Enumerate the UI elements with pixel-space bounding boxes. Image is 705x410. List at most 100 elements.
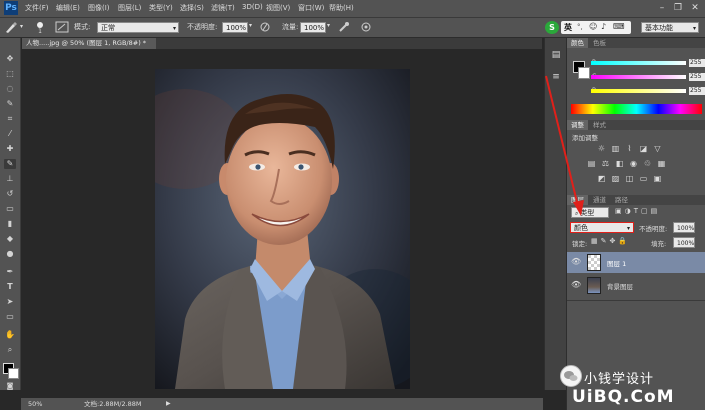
zoom-level[interactable]: 50% (28, 398, 42, 410)
channel-mixer-icon[interactable]: ♲ (643, 160, 652, 168)
color-lookup-icon[interactable]: ▦ (657, 160, 666, 168)
green-slider[interactable] (591, 75, 686, 79)
history-panel-icon[interactable]: ▤ (550, 50, 562, 61)
layer-filter-icons[interactable]: ▣◑T▢▤ (615, 207, 703, 218)
flow-input[interactable]: 100% (300, 22, 326, 33)
airbrush-icon[interactable] (338, 21, 350, 33)
shape-tool-icon[interactable]: ▭ (4, 312, 16, 322)
pressure-size-icon[interactable] (360, 21, 372, 33)
invert-icon[interactable]: ◩ (597, 175, 606, 183)
pen-tool-icon[interactable]: ✒ (4, 267, 16, 277)
brush-size[interactable]: 1 (30, 21, 50, 35)
photo-filter-icon[interactable]: ◉ (629, 160, 638, 168)
opacity-dropdown-icon[interactable]: ▾ (249, 22, 252, 29)
workspace-select[interactable]: 基本功能 ▾ (641, 22, 699, 33)
blue-slider[interactable] (591, 89, 686, 93)
watermark-site: UiBQ.CoM (572, 387, 675, 407)
color-spectrum-bar[interactable] (571, 104, 702, 114)
layer-opacity-input[interactable]: 100% (673, 222, 695, 233)
green-value[interactable]: 255 (689, 73, 705, 81)
quick-select-tool-icon[interactable]: ✎ (4, 99, 16, 109)
pressure-opacity-icon[interactable] (259, 21, 271, 33)
levels-icon[interactable]: ▥ (611, 145, 620, 153)
red-value[interactable]: 255 (689, 59, 705, 67)
marquee-tool-icon[interactable]: ⬚ (4, 69, 16, 79)
menu-layer[interactable]: 图层(L) (118, 3, 141, 13)
dodge-tool-icon[interactable]: ● (4, 249, 16, 259)
minimize-button[interactable]: – (655, 2, 669, 14)
visibility-eye-icon[interactable]: 👁 (571, 257, 581, 267)
emoji-icon[interactable]: ☺ (589, 22, 597, 31)
flow-dropdown-icon[interactable]: ▾ (327, 22, 330, 29)
tab-paths[interactable]: 路径 (611, 195, 632, 205)
punctuation-icon[interactable]: °, (577, 23, 583, 31)
menu-edit[interactable]: 编辑(E) (56, 3, 80, 13)
type-tool-icon[interactable]: T (4, 282, 16, 292)
visibility-eye-icon[interactable]: 👁 (571, 280, 581, 290)
menu-3d[interactable]: 3D(D) (242, 3, 263, 11)
menu-file[interactable]: 文件(F) (25, 3, 49, 13)
menu-view[interactable]: 视图(V) (266, 3, 290, 13)
restore-button[interactable]: ❐ (671, 2, 685, 14)
lasso-tool-icon[interactable]: ◌ (4, 84, 16, 94)
layer-name[interactable]: 图层 1 (607, 258, 626, 268)
black-white-icon[interactable]: ◧ (615, 160, 624, 168)
fill-input[interactable]: 100% (673, 237, 695, 248)
selective-color-icon[interactable]: ▣ (653, 175, 662, 183)
background-color-swatch[interactable] (8, 368, 19, 379)
brush-tool-icon[interactable] (4, 21, 18, 33)
portrait-photo[interactable] (155, 69, 410, 389)
quick-mask-icon[interactable]: ◙ (4, 381, 16, 391)
layer-row-background[interactable]: 👁 背景图层 (567, 275, 705, 296)
eyedropper-tool-icon[interactable]: ⁄ (4, 129, 16, 139)
clone-stamp-tool-icon[interactable]: ⊥ (4, 174, 16, 184)
path-select-tool-icon[interactable]: ➤ (4, 297, 16, 307)
menu-image[interactable]: 图像(I) (88, 3, 110, 13)
lock-icons[interactable]: ▦✎✥🔒 (591, 237, 630, 245)
input-method-indicator[interactable]: S (545, 21, 559, 34)
brush-tool-icon[interactable]: ✎ (4, 159, 16, 169)
history-brush-tool-icon[interactable]: ↺ (4, 189, 16, 199)
menu-type[interactable]: 类型(Y) (149, 3, 173, 13)
blur-tool-icon[interactable]: ◆ (4, 234, 16, 244)
layer-thumbnail (587, 277, 601, 294)
tab-styles[interactable]: 样式 (589, 120, 610, 130)
gradient-map-icon[interactable]: ▭ (639, 175, 648, 183)
zoom-tool-icon[interactable]: ⌕ (4, 345, 16, 355)
crop-tool-icon[interactable]: ⌗ (4, 114, 16, 124)
layer-row-layer1[interactable]: 👁 图层 1 (567, 252, 705, 273)
red-slider[interactable] (591, 61, 686, 65)
eraser-tool-icon[interactable]: ▭ (4, 204, 16, 214)
hand-tool-icon[interactable]: ✋ (4, 330, 16, 340)
mode-select[interactable]: 正常 ▾ (97, 22, 179, 33)
tab-channels[interactable]: 通道 (589, 195, 610, 205)
vibrance-icon[interactable]: ▽ (653, 145, 662, 153)
gradient-tool-icon[interactable]: ▮ (4, 219, 16, 229)
tab-color[interactable]: 颜色 (567, 38, 588, 48)
threshold-icon[interactable]: ◫ (625, 175, 634, 183)
posterize-icon[interactable]: ▨ (611, 175, 620, 183)
curves-icon[interactable]: ⌇ (625, 145, 634, 153)
menu-select[interactable]: 选择(S) (180, 3, 204, 13)
blend-mode-select[interactable]: 颜色 ▾ (570, 222, 634, 233)
brush-panel-icon[interactable] (55, 21, 69, 33)
voice-icon[interactable]: ♪ (601, 22, 606, 31)
close-button[interactable]: ✕ (688, 2, 702, 14)
keyboard-icon[interactable]: ⌨ (613, 22, 625, 31)
brightness-icon[interactable]: ☼ (597, 145, 606, 153)
status-menu-arrow-icon[interactable]: ▶ (166, 398, 171, 410)
color-balance-icon[interactable]: ⚖ (601, 160, 610, 168)
exposure-icon[interactable]: ◪ (639, 145, 648, 153)
healing-tool-icon[interactable]: ✚ (4, 144, 16, 154)
document-tab[interactable]: 人物.....jpg @ 50% (图层 1, RGB/8#) * (22, 38, 156, 49)
menu-filter[interactable]: 滤镜(T) (211, 3, 235, 13)
tool-preset-arrow-icon[interactable]: ▾ (20, 23, 23, 30)
move-tool-icon[interactable]: ✥ (4, 54, 16, 64)
tab-swatches[interactable]: 色板 (589, 38, 610, 48)
menu-help[interactable]: 帮助(H) (329, 3, 354, 13)
layer-name[interactable]: 背景图层 (607, 281, 633, 291)
blue-value[interactable]: 255 (689, 87, 705, 95)
menu-window[interactable]: 窗口(W) (298, 3, 324, 13)
input-method-bar[interactable]: 英 °, ☺ ♪ ⌨ (561, 21, 631, 34)
opacity-input[interactable]: 100% (222, 22, 248, 33)
